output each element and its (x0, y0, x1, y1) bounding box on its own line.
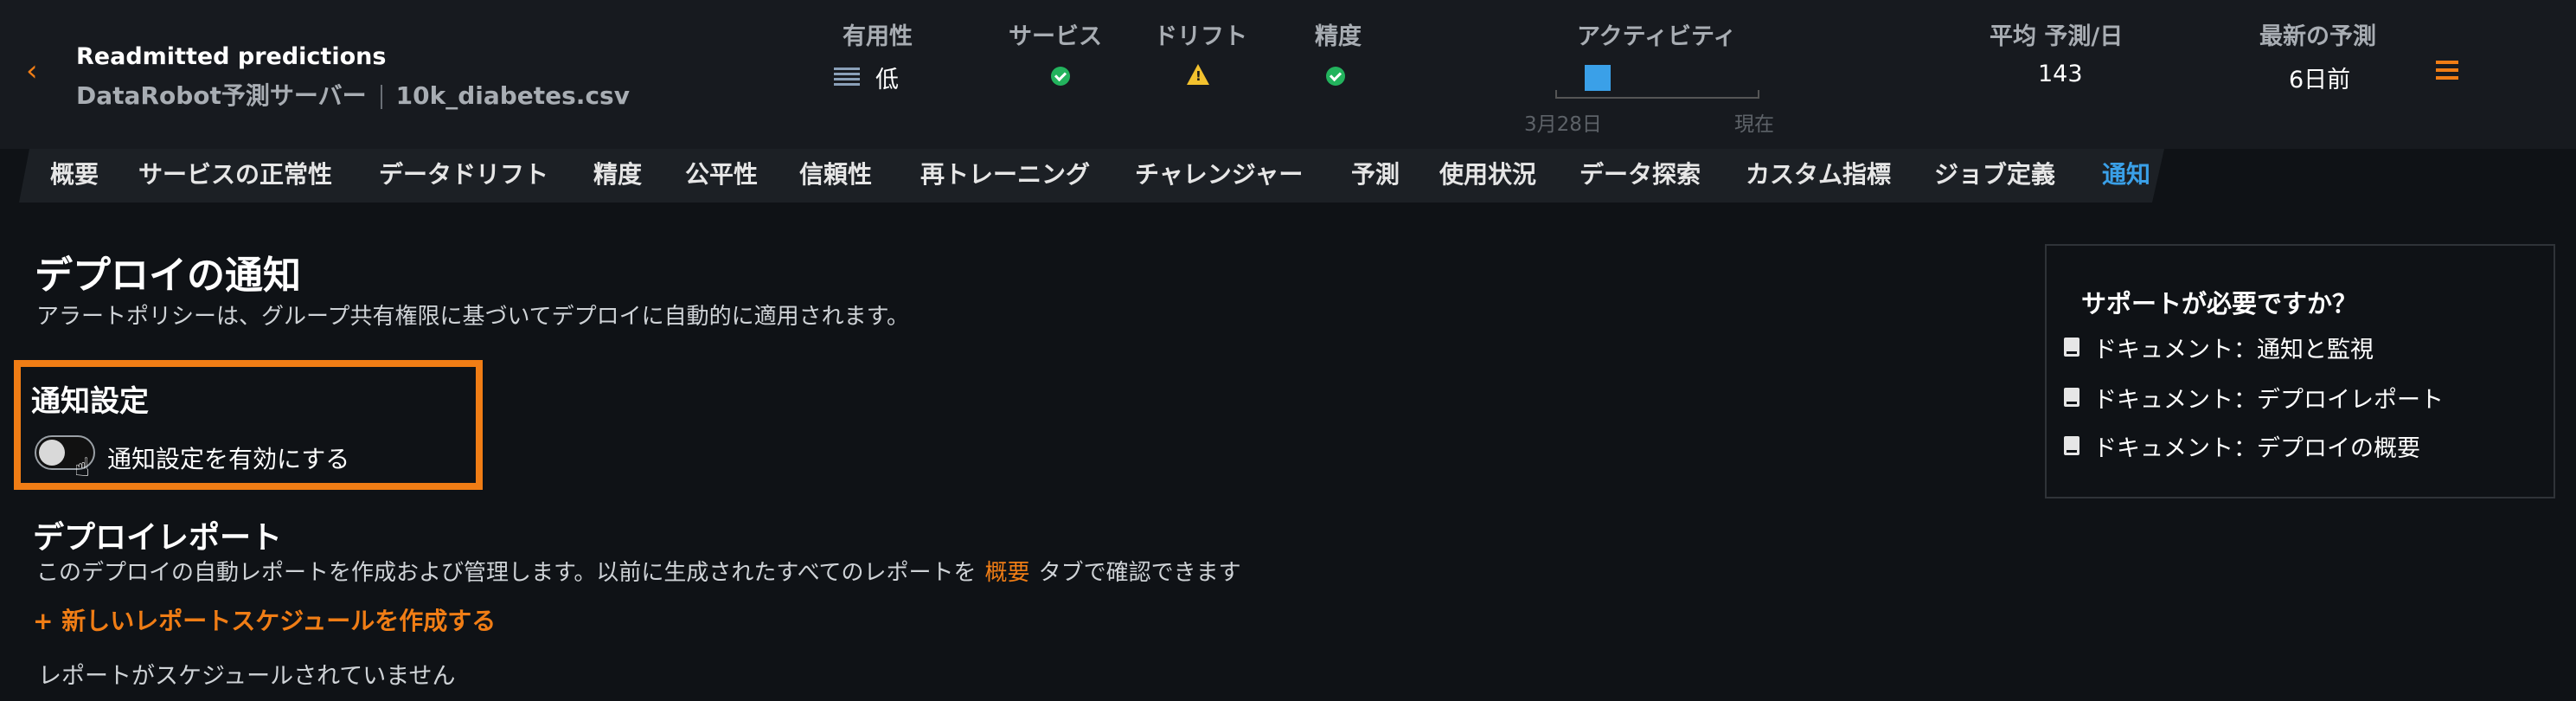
usefulness-bars-icon (834, 68, 860, 87)
notifications-toggle-label[interactable]: 通知設定を有効にする (107, 441, 349, 475)
tab-data-drift[interactable]: データドリフト (379, 156, 548, 190)
activity-bar[interactable] (1585, 65, 1611, 91)
tab-job-definitions[interactable]: ジョブ定義 (1934, 156, 2055, 190)
tab-reliability[interactable]: 信頼性 (799, 156, 872, 190)
chevron-left-icon[interactable]: ‹ (26, 54, 38, 88)
book-icon (2064, 338, 2079, 357)
pointer-hand-icon: ☝ (74, 453, 91, 483)
service-ok-icon[interactable] (1051, 67, 1070, 86)
tab-accuracy[interactable]: 精度 (593, 156, 642, 190)
overview-link[interactable]: 概要 (985, 560, 1030, 586)
doc-link-reports[interactable]: ドキュメント：デプロイレポート (2064, 381, 2444, 415)
prediction-server: DataRobot予測サーバー (76, 81, 367, 110)
tab-overview[interactable]: 概要 (50, 156, 99, 190)
toggle-knob (39, 440, 65, 466)
deployment-name: Readmitted predictions (76, 43, 387, 70)
page-subtitle: アラートポリシーは、グループ共有権限に基づいてデプロイに自動的に適用されます。 (36, 304, 910, 330)
deployment-header: ‹ Readmitted predictions DataRobot予測サーバー… (0, 0, 2576, 149)
hamburger-menu-icon[interactable] (2436, 61, 2458, 80)
tab-usage[interactable]: 使用状況 (1439, 156, 1536, 190)
accuracy-ok-icon[interactable] (1326, 67, 1345, 86)
avg-predictions-value: 143 (2038, 61, 2083, 87)
doc-link-label[interactable]: ドキュメント：通知と監視 (2093, 337, 2374, 363)
tab-challengers[interactable]: チャレンジャー (1135, 156, 1303, 190)
help-title: サポートが必要ですか？ (2081, 289, 2358, 318)
avg-predictions-label: 平均 予測/日 (1990, 23, 2124, 50)
activity-start-tick: 3月28日 (1524, 113, 1602, 136)
doc-link-notifications[interactable]: ドキュメント：通知と監視 (2064, 331, 2374, 364)
accuracy-label: 精度 (1315, 23, 1362, 50)
usefulness-label: 有用性 (843, 23, 913, 50)
reports-title: デプロイレポート (33, 520, 283, 556)
reports-desc-tail: タブで確認できます (1038, 560, 1241, 586)
book-icon (2064, 388, 2079, 407)
deployment-subtitle: DataRobot予測サーバー 10k_diabetes.csv (76, 77, 630, 112)
divider (380, 85, 382, 109)
reports-description: このデプロイの自動レポートを作成および管理します。以前に生成されたすべてのレポー… (36, 555, 1241, 587)
page-title: デプロイの通知 (35, 254, 301, 298)
tab-fairness[interactable]: 公平性 (685, 156, 758, 190)
help-panel: サポートが必要ですか？ ドキュメント：通知と監視 ドキュメント：デプロイレポート… (2045, 244, 2555, 498)
tab-bar: 概要 サービスの正常性 データドリフト 精度 公平性 信頼性 再トレーニング チ… (19, 149, 2164, 203)
no-reports-message: レポートがスケジュールされていません (38, 663, 456, 690)
tab-retraining[interactable]: 再トレーニング (920, 156, 1090, 190)
doc-link-label[interactable]: ドキュメント：デプロイの概要 (2093, 435, 2420, 462)
drift-label: ドリフト (1154, 23, 1247, 50)
latest-prediction-value: 6日前 (2289, 67, 2351, 93)
tab-service-health[interactable]: サービスの正常性 (138, 156, 332, 190)
dataset-name[interactable]: 10k_diabetes.csv (396, 81, 630, 110)
tab-notifications[interactable]: 通知 (2102, 156, 2150, 190)
activity-end-tick: 現在 (1734, 113, 1774, 136)
latest-prediction-label: 最新の予測 (2259, 23, 2376, 50)
service-label: サービス (1009, 23, 1102, 50)
reports-desc-text: このデプロイの自動レポートを作成および管理します。以前に生成されたすべてのレポー… (36, 560, 977, 586)
book-icon (2064, 436, 2079, 455)
activity-axis (1555, 90, 1759, 99)
tab-predictions[interactable]: 予測 (1351, 156, 1400, 190)
notification-settings-title: 通知設定 (31, 384, 149, 419)
tab-data-exploration[interactable]: データ探索 (1580, 156, 1701, 190)
usefulness-value[interactable]: 低 (875, 61, 899, 94)
drift-warning-icon[interactable] (1187, 64, 1209, 85)
doc-link-label[interactable]: ドキュメント：デプロイレポート (2093, 387, 2444, 414)
create-report-schedule-button[interactable]: + 新しいレポートスケジュールを作成する (33, 602, 496, 637)
doc-link-overview[interactable]: ドキュメント：デプロイの概要 (2064, 429, 2420, 463)
activity-label: アクティビティ (1577, 23, 1737, 50)
tab-custom-metrics[interactable]: カスタム指標 (1746, 156, 1891, 190)
